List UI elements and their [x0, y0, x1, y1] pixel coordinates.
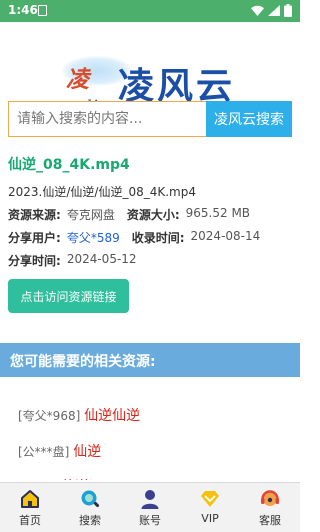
support-icon	[261, 490, 279, 506]
nav-support-label: 客服	[259, 514, 281, 527]
related-item-sharer: [公***盘]	[18, 445, 70, 459]
related-heading: 您可能需要的相关资源:	[0, 343, 300, 377]
file-name: 仙逆_08_4K.mp4	[8, 157, 130, 173]
related-item-title: 仙逆	[73, 444, 102, 460]
sim-card-icon	[38, 5, 47, 16]
site-logo[interactable]: 凌 凌风云 www.lingfengyun.com	[0, 24, 300, 117]
home-icon	[21, 490, 39, 508]
nav-vip-label: VIP	[201, 512, 219, 525]
file-info: 仙逆_08_4K.mp4 2023.仙逆/仙逆/仙逆_08_4K.mp4 资源来…	[8, 154, 292, 269]
search-input[interactable]	[8, 101, 206, 137]
file-path: 2023.仙逆/仙逆/仙逆_08_4K.mp4	[8, 185, 196, 199]
nav-home-label: 首页	[19, 514, 41, 527]
related-item-title: 仙逆	[61, 479, 89, 480]
user-icon	[141, 490, 159, 509]
source-value: 夸克网盘	[66, 208, 115, 222]
bottom-nav: 首页 搜索 账号 VIP 客服	[0, 482, 300, 532]
related-item[interactable]: [夸父*968] 仙逆仙逆	[18, 405, 140, 425]
nav-search-label: 搜索	[79, 514, 101, 527]
nav-support[interactable]: 客服	[240, 483, 300, 532]
nav-search[interactable]: 搜索	[60, 483, 120, 532]
related-list: [夸父*968] 仙逆仙逆 [公***盘] 仙逆 [*****] 仙逆	[0, 380, 300, 480]
shared-label: 分享时间:	[8, 254, 61, 268]
nav-account[interactable]: 账号	[120, 483, 180, 532]
status-time: 1:46	[8, 3, 38, 17]
related-item-sharer: [夸父*968]	[18, 409, 81, 423]
logo-brand-char: 凌	[66, 66, 89, 93]
file-row-source-size: 资源来源: 夸克网盘 资源大小: 965.52 MB	[8, 206, 292, 223]
shared-value: 2024-05-12	[66, 252, 137, 266]
size-value: 965.52 MB	[185, 206, 251, 220]
related-item[interactable]: [*****] 仙逆	[18, 476, 89, 480]
wifi-icon	[251, 5, 264, 16]
related-item[interactable]: [公***盘] 仙逆	[18, 441, 101, 461]
file-row-shared: 分享时间: 2024-05-12	[8, 252, 292, 269]
visit-resource-button[interactable]: 点击访问资源链接	[8, 279, 129, 313]
file-row-sharer-collected: 分享用户: 夸父*589 收录时间: 2024-08-14	[8, 229, 292, 246]
search-icon	[81, 490, 100, 508]
sharer-label: 分享用户:	[8, 231, 61, 245]
collected-label: 收录时间:	[131, 231, 185, 245]
sharer-link[interactable]: 夸父*589	[67, 229, 120, 246]
related-item-title: 仙逆仙逆	[84, 408, 141, 424]
nav-home[interactable]: 首页	[0, 483, 60, 532]
status-icons	[251, 4, 292, 17]
collected-value: 2024-08-14	[190, 229, 261, 243]
search-button[interactable]: 凌风云搜索	[206, 101, 292, 137]
nav-vip[interactable]: VIP	[180, 483, 240, 532]
battery-icon	[284, 4, 292, 17]
search-bar: 凌风云搜索	[8, 101, 292, 137]
vip-icon	[201, 491, 219, 507]
nav-account-label: 账号	[139, 514, 161, 527]
signal-icon	[268, 5, 280, 16]
status-bar: 1:46	[0, 0, 300, 22]
source-label: 资源来源:	[8, 208, 61, 222]
size-label: 资源大小:	[126, 208, 180, 222]
